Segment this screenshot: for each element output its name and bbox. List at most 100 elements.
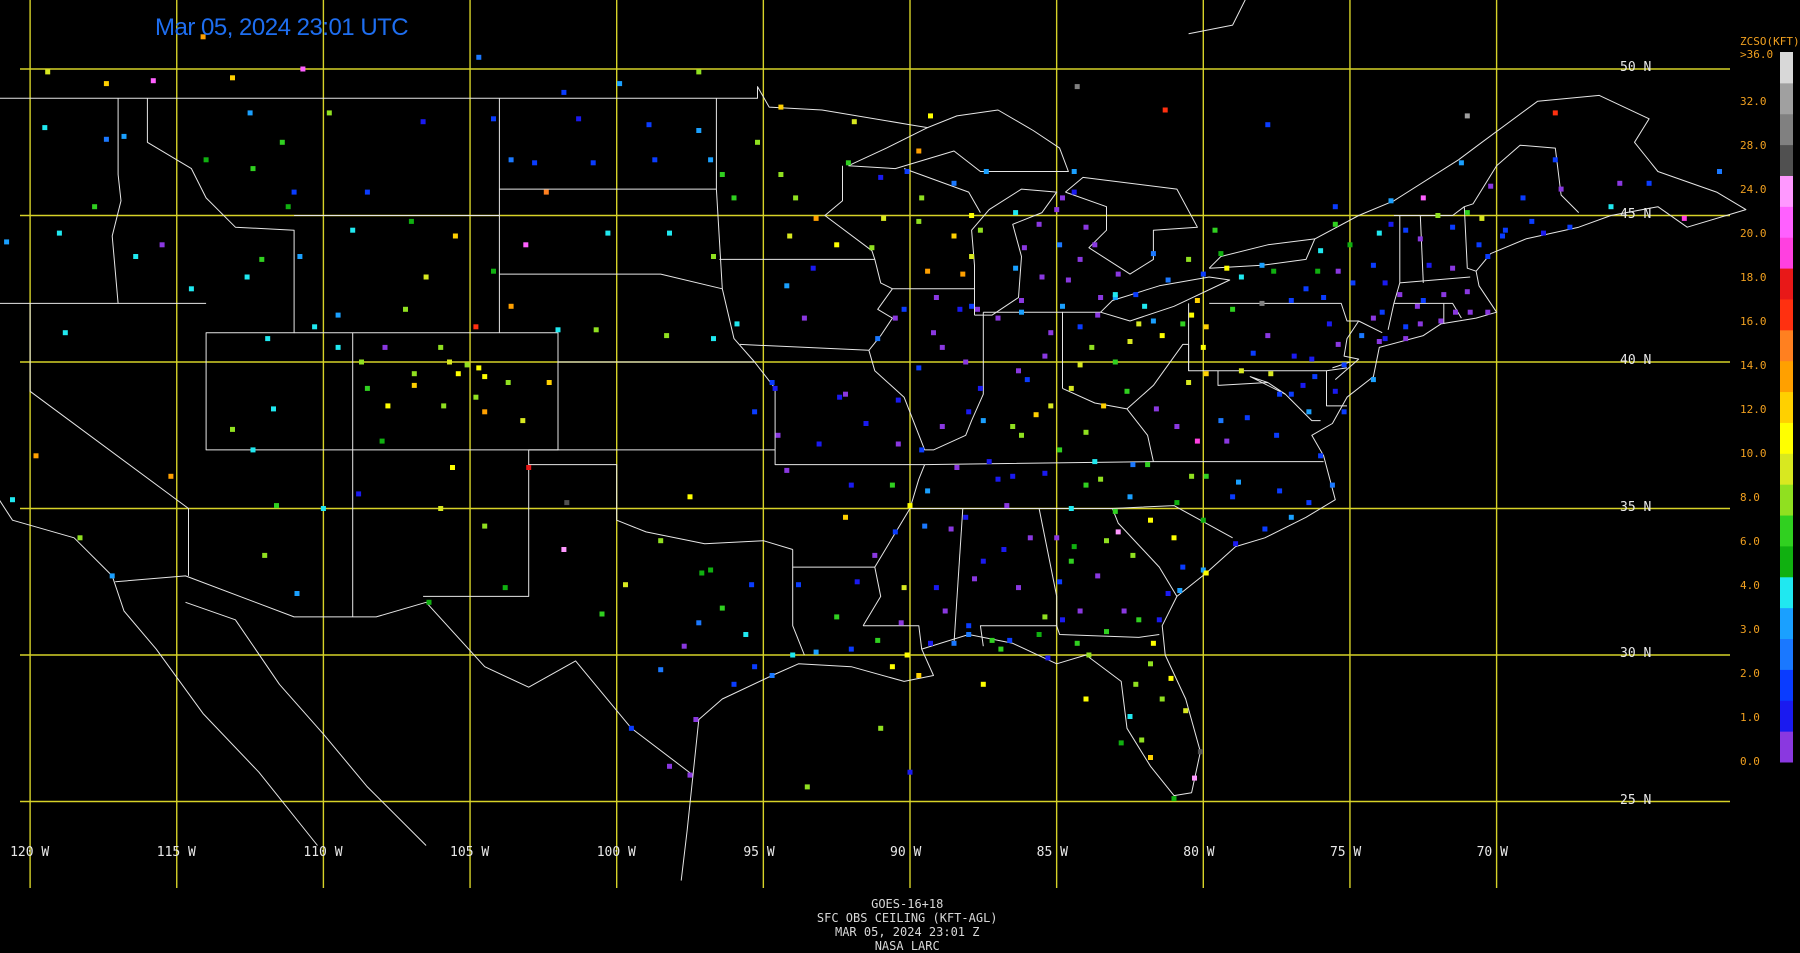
station-marker [696,128,702,133]
colorbar-segment [1780,391,1793,423]
longitude-label: 120 W [10,845,50,860]
station-marker [969,303,975,309]
station-marker [1042,470,1048,476]
colorbar-tick-label: 10.0 [1740,447,1767,460]
station-marker [1450,224,1456,230]
colorbar-tick-label: 6.0 [1740,535,1760,548]
station-marker [1379,309,1385,315]
station-marker [1500,233,1505,239]
station-marker [1183,708,1189,714]
station-marker [1027,535,1033,541]
station-marker [1068,385,1074,391]
colorbar-segment [1780,82,1793,115]
station-marker [335,312,341,318]
station-marker [749,582,755,588]
station-marker [259,256,265,262]
boundary-line [719,258,975,290]
station-marker [543,189,549,195]
station-marker [441,403,447,409]
station-marker [312,324,318,330]
colorbar-tick-label: 8.0 [1740,491,1760,504]
station-marker [1130,552,1136,558]
station-marker [1077,608,1083,614]
station-marker [1520,195,1526,201]
station-marker [901,585,907,591]
station-marker [45,69,51,75]
colorbar-segment [1780,329,1793,362]
station-marker [1359,333,1365,339]
station-marker [285,204,291,210]
station-marker [1139,737,1145,743]
station-marker [646,122,652,128]
station-marker [951,180,957,186]
station-marker [975,306,980,312]
station-marker [708,567,714,573]
station-marker [1230,306,1236,312]
station-marker [1265,122,1271,128]
boundary-line [1393,302,1462,319]
boundary-line [1332,361,1351,369]
station-marker [476,54,482,60]
station-marker [898,620,904,626]
station-marker [848,482,854,488]
latitude-label: 40 N [1620,353,1652,368]
colorbar-tick-label: 24.0 [1740,183,1767,196]
station-marker [933,585,939,591]
station-marker [1335,268,1341,274]
station-marker [667,230,672,236]
station-marker [1092,459,1098,465]
station-marker [546,380,552,385]
station-marker [1150,318,1156,324]
station-marker [1162,107,1168,113]
station-marker [447,359,452,365]
station-marker [1180,564,1186,570]
station-marker [1259,262,1265,268]
station-marker [274,503,279,509]
station-marker [1021,245,1027,251]
boundary-line [983,311,1063,389]
boundary-line [1387,215,1401,330]
longitude-label: 70 W [1476,845,1508,860]
station-marker [843,514,848,520]
station-marker [1476,242,1482,248]
station-marker [1403,227,1409,233]
station-marker [1060,195,1065,201]
station-marker [1218,418,1224,424]
boundary-line [1326,370,1347,407]
station-marker [1089,344,1095,350]
station-marker [411,382,417,388]
station-marker [77,535,83,541]
station-marker [476,365,482,371]
station-marker [719,172,725,177]
boundary-line [0,98,122,304]
station-marker [1265,333,1271,339]
station-marker [455,371,461,377]
boundary-line [0,86,928,129]
station-marker [403,306,408,312]
station-marker [969,213,975,218]
station-marker [473,324,479,330]
station-marker [1318,248,1324,254]
station-marker [1077,324,1083,330]
boundary-line [1188,0,1246,35]
station-marker [385,403,391,409]
station-marker [1127,339,1133,344]
footer-product: SFC OBS CEILING (KFT-AGL) [816,911,998,925]
station-marker [1335,341,1341,347]
station-marker [271,406,276,412]
station-marker [816,441,822,447]
station-marker [1403,324,1409,330]
station-marker [1127,714,1133,719]
station-marker [1136,617,1142,623]
station-marker [502,585,508,591]
station-marker [1194,438,1200,444]
station-marker [1024,377,1030,383]
station-marker [1095,573,1101,579]
station-marker [769,673,775,678]
station-marker [980,558,986,564]
station-marker [1057,579,1063,585]
station-marker [1488,183,1494,189]
station-marker [103,136,109,142]
station-marker [1681,215,1687,221]
boundary-line [1419,215,1424,283]
